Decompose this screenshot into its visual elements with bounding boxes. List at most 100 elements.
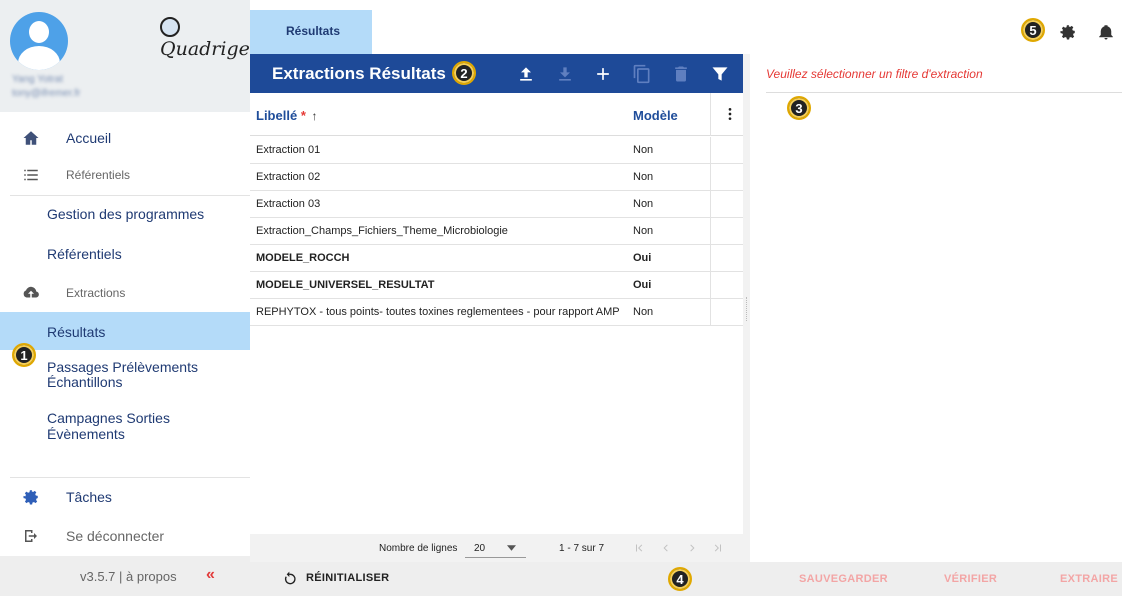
bell-icon[interactable]	[1097, 23, 1115, 41]
add-icon[interactable]	[593, 64, 613, 84]
refresh-icon[interactable]	[282, 571, 298, 587]
divider	[10, 195, 250, 196]
page-size-label: Nombre de lignes	[379, 543, 458, 554]
divider	[710, 245, 711, 272]
divider	[710, 137, 711, 164]
app-logo: Quadrige	[160, 16, 250, 60]
sidebar-item-passages[interactable]: Passages Prélèvements Échantillons	[0, 360, 250, 394]
panel-header: Extractions Résultats	[250, 54, 743, 93]
sidebar-item-taches[interactable]: Tâches	[0, 487, 250, 507]
divider	[710, 164, 711, 191]
marker-3: 3	[787, 96, 811, 120]
sidebar-item-referentiels[interactable]: Référentiels	[0, 246, 250, 266]
divider	[10, 477, 250, 478]
home-icon	[23, 131, 39, 145]
filter-required-message: Veuillez sélectionner un filtre d'extrac…	[766, 67, 983, 81]
marker-2: 2	[452, 61, 476, 85]
first-page-icon[interactable]	[633, 542, 645, 554]
sidebar-group-label: Extractions	[66, 286, 126, 300]
copy-icon[interactable]	[632, 64, 652, 84]
sidebar-group-label: Référentiels	[66, 168, 131, 182]
cell-libelle: MODELE_UNIVERSEL_RESULTAT	[256, 279, 435, 291]
avatar[interactable]	[10, 12, 68, 70]
sidebar-group-referentiels[interactable]: Référentiels	[0, 165, 250, 185]
sidebar-item-label: Se déconnecter	[66, 528, 165, 544]
list-icon	[24, 169, 38, 181]
cell-modele: Non	[633, 306, 654, 318]
sidebar-item-campagnes[interactable]: Campagnes Sorties Évènements	[0, 410, 250, 442]
divider	[710, 299, 711, 326]
sidebar-item-label: Accueil	[66, 130, 112, 146]
paginator: Nombre de lignes 20 1 - 7 sur 7	[250, 534, 743, 564]
upload-icon[interactable]	[516, 64, 536, 84]
sidebar-item-label: Passages Prélèvements	[47, 359, 198, 375]
table-row[interactable]: Extraction 03 Non	[250, 191, 743, 218]
table-row[interactable]: REPHYTOX - tous points- toutes toxines r…	[250, 299, 743, 326]
extract-button[interactable]: EXTRAIRE	[1060, 573, 1118, 585]
sidebar-item-resultats[interactable]: Résultats	[0, 312, 250, 350]
user-email: tony@ifremer.fr	[12, 88, 81, 99]
cell-libelle: Extraction 02	[256, 171, 321, 183]
sidebar: Quadrige Yang Yotrat tony@ifremer.fr Acc…	[0, 0, 250, 596]
cell-modele: Non	[633, 144, 654, 156]
cell-libelle: MODELE_ROCCH	[256, 252, 350, 264]
column-menu-icon[interactable]	[722, 106, 738, 122]
panel-title: Extractions Résultats	[272, 64, 446, 83]
page-range: 1 - 7 sur 7	[559, 543, 605, 554]
user-profile-card: Quadrige Yang Yotrat tony@ifremer.fr	[0, 0, 250, 112]
sidebar-item-accueil[interactable]: Accueil	[0, 126, 250, 150]
delete-icon[interactable]	[671, 64, 691, 84]
tab-resultats[interactable]: Résultats	[250, 10, 372, 54]
cell-modele: Oui	[633, 252, 652, 264]
download-icon[interactable]	[555, 64, 575, 84]
sidebar-item-deconnecter[interactable]: Se déconnecter	[0, 526, 250, 546]
cell-libelle: Extraction 03	[256, 198, 321, 210]
cell-libelle: Extraction_Champs_Fichiers_Theme_Microbi…	[256, 225, 508, 237]
marker-4: 4	[668, 567, 692, 591]
gear-icon	[23, 490, 38, 505]
sort-arrow-icon: ↑	[311, 109, 318, 123]
marker-1: 1	[12, 343, 36, 367]
divider	[710, 93, 711, 136]
cell-libelle: Extraction 01	[256, 144, 321, 156]
divider	[710, 191, 711, 218]
sidebar-item-label: Échantillons	[47, 374, 123, 390]
logout-icon	[25, 530, 37, 542]
page-size-select[interactable]: 20	[465, 538, 526, 558]
filter-icon[interactable]	[710, 64, 730, 84]
table-row[interactable]: MODELE_UNIVERSEL_RESULTAT Oui	[250, 272, 743, 299]
sidebar-group-extractions[interactable]: Extractions	[0, 283, 250, 303]
settings-gear-icon[interactable]	[1059, 23, 1077, 41]
sidebar-item-label: Tâches	[66, 489, 112, 505]
sidebar-footer: v3.5.7 | à propos «	[0, 556, 250, 596]
divider	[766, 92, 1122, 93]
table-row[interactable]: MODELE_ROCCH Oui	[250, 245, 743, 272]
column-header-modele[interactable]: Modèle	[633, 108, 678, 123]
verify-button[interactable]: VÉRIFIER	[944, 573, 997, 585]
table-row[interactable]: Extraction 01 Non	[250, 137, 743, 164]
reset-button[interactable]: RÉINITIALISER	[306, 572, 389, 584]
column-header-libelle[interactable]: Libellé * ↑	[256, 108, 318, 123]
last-page-icon[interactable]	[712, 542, 724, 554]
divider	[710, 218, 711, 245]
cloud-download-icon	[23, 286, 39, 298]
save-button[interactable]: SAUVEGARDER	[799, 573, 888, 585]
splitter-grip[interactable]	[746, 297, 747, 321]
divider	[710, 272, 711, 299]
cell-modele: Non	[633, 198, 654, 210]
cell-libelle: REPHYTOX - tous points- toutes toxines r…	[256, 306, 620, 318]
sidebar-item-gestion-programmes[interactable]: Gestion des programmes	[0, 206, 250, 226]
previous-page-icon[interactable]	[660, 542, 672, 554]
extractions-table-panel: Extractions Résultats 2 Libellé * ↑ Modè…	[250, 54, 743, 564]
collapse-sidebar-button[interactable]: «	[206, 566, 215, 584]
table-row[interactable]: Extraction 02 Non	[250, 164, 743, 191]
version-link[interactable]: v3.5.7 | à propos	[80, 569, 177, 584]
next-page-icon[interactable]	[686, 542, 698, 554]
magnifier-icon	[160, 17, 180, 37]
chevron-down-icon	[507, 545, 516, 551]
cell-modele: Oui	[633, 279, 652, 291]
user-name: Yang Yotrat	[12, 74, 63, 85]
table-header: Libellé * ↑ Modèle	[250, 93, 743, 136]
table-row[interactable]: Extraction_Champs_Fichiers_Theme_Microbi…	[250, 218, 743, 245]
cell-modele: Non	[633, 171, 654, 183]
